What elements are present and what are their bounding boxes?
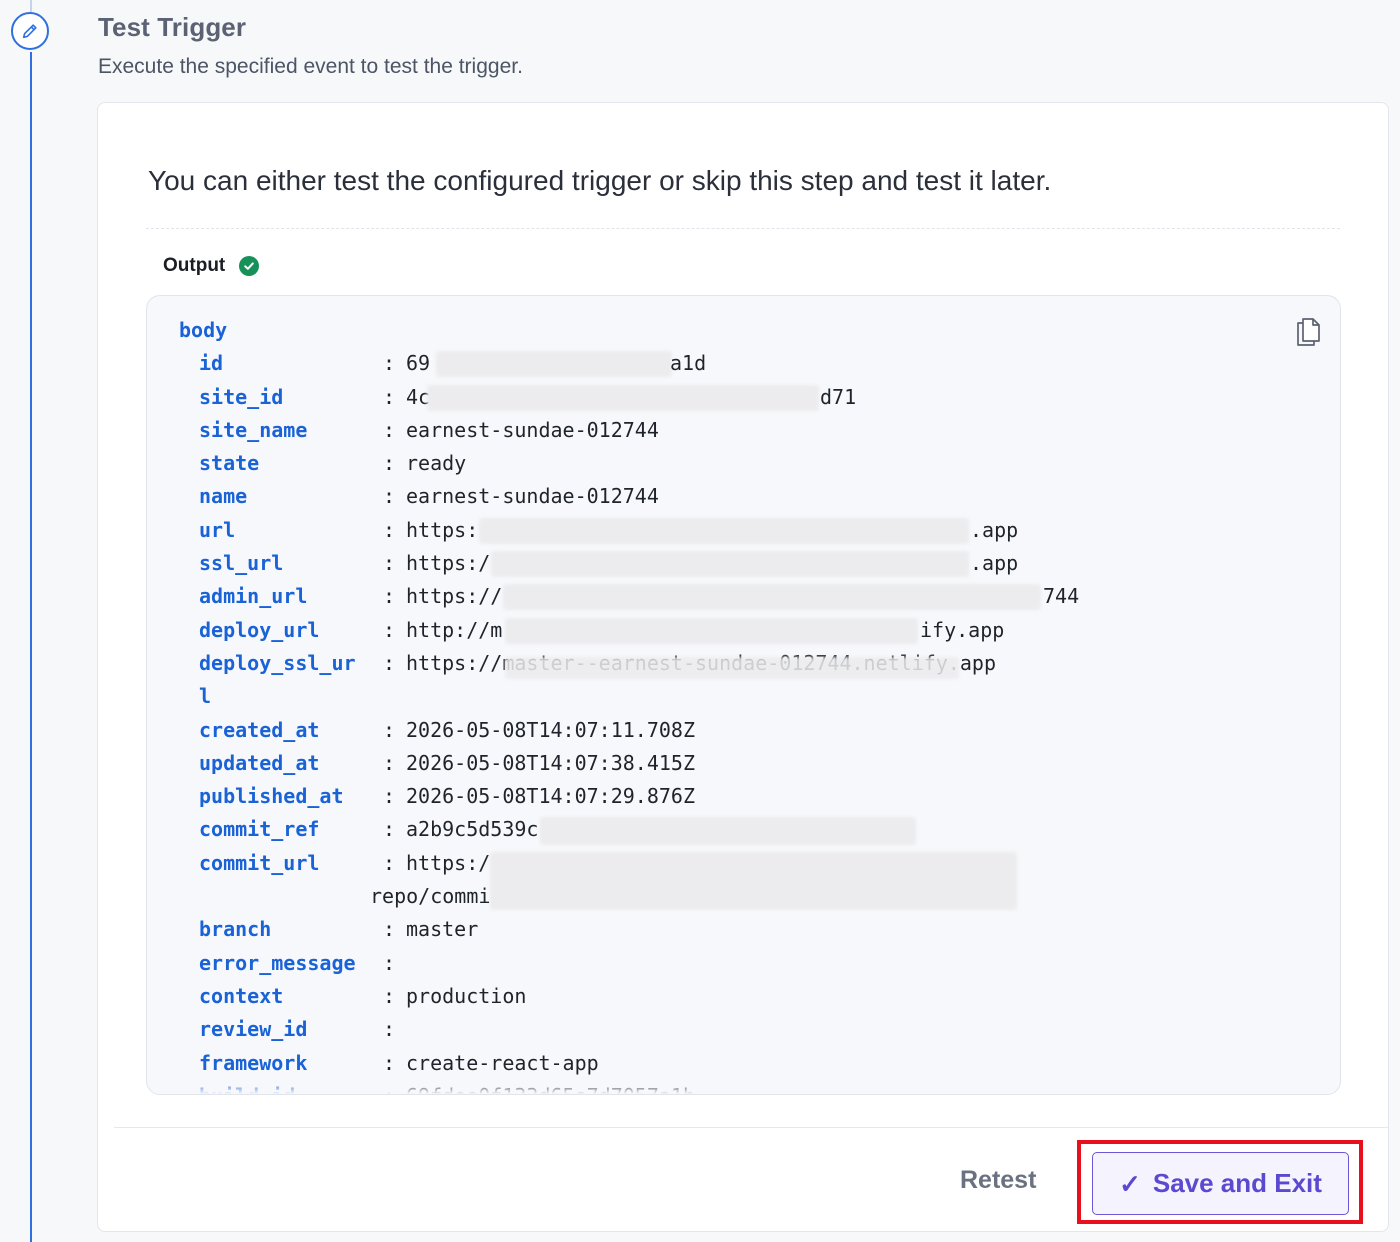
field-separator: : — [383, 384, 396, 409]
field-key: deploy_ssl_ur — [199, 650, 356, 675]
field-value: https:/ — [406, 850, 491, 875]
test-trigger-card: You can either test the configured trigg… — [97, 102, 1389, 1232]
timeline-rail — [30, 52, 32, 1242]
field-key-wrap: l — [199, 684, 212, 709]
step-indicator — [11, 12, 49, 50]
timeline-rail-top — [30, 0, 32, 12]
redacted-region — [503, 584, 1041, 611]
field-separator: : — [383, 1017, 396, 1042]
redacted-region — [491, 551, 969, 578]
output-header: Output — [163, 255, 260, 277]
field-value: master — [406, 917, 479, 942]
field-value: 2026-05-08T14:07:29.876Z — [406, 784, 695, 809]
field-separator: : — [383, 917, 396, 942]
copy-button[interactable] — [1294, 314, 1322, 346]
field-value: 2026-05-08T14:07:11.708Z — [406, 717, 695, 742]
redacted-region — [479, 517, 969, 544]
field-key: context — [199, 983, 284, 1008]
field-separator: : — [383, 351, 396, 376]
redacted-region — [490, 851, 1017, 910]
field-key: state — [199, 451, 260, 476]
divider — [146, 228, 1340, 229]
checkmark-icon: ✓ — [1119, 1168, 1141, 1199]
field-value-tail: a1d — [670, 351, 707, 376]
field-separator: : — [383, 451, 396, 476]
field-key: branch — [199, 917, 272, 942]
save-and-exit-button[interactable]: ✓ Save and Exit — [1092, 1152, 1349, 1215]
output-panel[interactable]: body id : 69 a1d site_id : 4c d71 site_n… — [146, 295, 1341, 1095]
field-separator: : — [383, 817, 396, 842]
field-value-tail: d71 — [820, 384, 857, 409]
field-key: error_message — [199, 950, 356, 975]
field-separator: : — [383, 551, 396, 576]
field-separator: : — [383, 650, 396, 675]
save-and-exit-label: Save and Exit — [1152, 1168, 1322, 1198]
field-key: admin_url — [199, 584, 308, 609]
intro-text: You can either test the configured trigg… — [148, 165, 1052, 196]
field-value: https:// — [406, 584, 503, 609]
field-value-continuation: repo/commi — [370, 884, 491, 909]
field-key: deploy_url — [199, 617, 320, 642]
field-key: site_id — [199, 384, 284, 409]
field-separator: : — [383, 417, 396, 442]
redacted-region — [505, 656, 959, 679]
field-separator: : — [383, 850, 396, 875]
field-key: name — [199, 484, 248, 509]
field-separator: : — [383, 950, 396, 975]
redacted-region — [505, 617, 918, 644]
field-value-tail: .app — [970, 551, 1019, 576]
field-key: ssl_url — [199, 551, 284, 576]
field-separator: : — [383, 750, 396, 775]
field-value: ready — [406, 451, 467, 476]
field-key: url — [199, 517, 236, 542]
field-separator: : — [383, 517, 396, 542]
field-value: https: — [406, 517, 479, 542]
pencil-icon — [22, 24, 37, 39]
step-subtitle: Execute the specified event to test the … — [98, 55, 523, 78]
field-key: framework — [199, 1050, 308, 1075]
success-check-icon — [239, 256, 260, 276]
redacted-region — [540, 817, 916, 846]
field-key: updated_at — [199, 750, 320, 775]
field-separator: : — [383, 983, 396, 1008]
redacted-region — [427, 384, 819, 411]
field-value: http://m — [406, 617, 503, 642]
field-value: production — [406, 983, 527, 1008]
copy-icon — [1297, 318, 1320, 346]
field-separator: : — [383, 1050, 396, 1075]
field-key: site_name — [199, 417, 308, 442]
field-value: a2b9c5d539c — [406, 817, 539, 842]
scroll-fade — [147, 1080, 1340, 1094]
output-label: Output — [163, 255, 226, 276]
field-value-tail: .app — [970, 517, 1019, 542]
field-separator: : — [383, 584, 396, 609]
field-value: 69 — [406, 351, 431, 376]
field-value: 2026-05-08T14:07:38.415Z — [406, 750, 695, 775]
redacted-region — [436, 351, 672, 378]
field-value: create-react-app — [406, 1050, 599, 1075]
field-separator: : — [383, 784, 396, 809]
field-value: earnest-sundae-012744 — [406, 417, 659, 442]
root-key: body — [179, 318, 228, 342]
retest-button[interactable]: Retest — [960, 1166, 1036, 1195]
field-key: published_at — [199, 784, 344, 809]
field-separator: : — [383, 717, 396, 742]
field-value: earnest-sundae-012744 — [406, 484, 659, 509]
field-key: created_at — [199, 717, 320, 742]
field-value-tail: ify.app — [920, 617, 1005, 642]
field-key: commit_url — [199, 850, 320, 875]
field-key: commit_ref — [199, 817, 320, 842]
step-title: Test Trigger — [98, 12, 247, 42]
field-separator: : — [383, 617, 396, 642]
footer-divider — [114, 1127, 1388, 1128]
field-value: https:/ — [406, 551, 491, 576]
field-value-tail: 744 — [1043, 584, 1080, 609]
field-separator: : — [383, 484, 396, 509]
field-key: review_id — [199, 1017, 308, 1042]
field-key: id — [199, 351, 224, 376]
